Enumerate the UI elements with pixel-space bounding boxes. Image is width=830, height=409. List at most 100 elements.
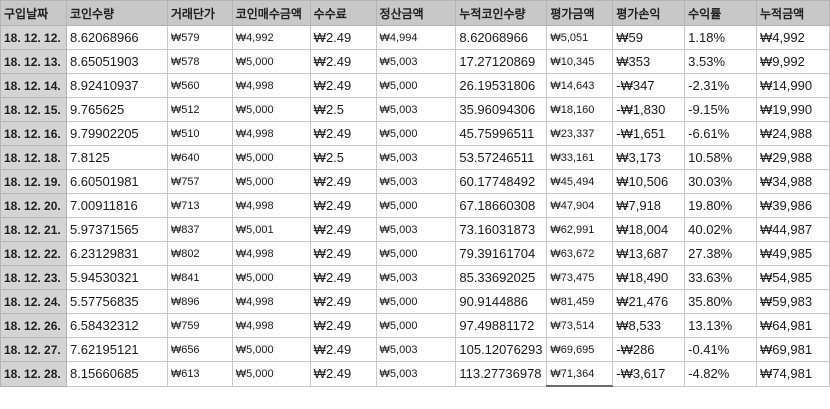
cell-buy-amount[interactable]: ₩5,001 <box>231 217 311 242</box>
cell-unit-price[interactable]: ₩579 <box>166 25 233 50</box>
cell-fee[interactable]: ₩2.5 <box>309 145 377 170</box>
cell-coin-qty[interactable]: 7.8125 <box>65 145 168 170</box>
cell-cum-amount[interactable]: ₩54,985 <box>756 265 830 290</box>
cell-unit-price[interactable]: ₩510 <box>166 121 233 146</box>
cell-coin-qty[interactable]: 6.58432312 <box>65 313 168 338</box>
cell-eval-pnl[interactable]: ₩8,533 <box>612 313 686 338</box>
column-header-fee[interactable]: 수수료 <box>309 0 377 26</box>
cell-purchase-date[interactable]: 18. 12. 27. <box>0 337 67 362</box>
cell-cum-amount[interactable]: ₩24,988 <box>756 121 830 146</box>
cell-settle-amount[interactable]: ₩5,003 <box>375 97 457 122</box>
cell-fee[interactable]: ₩2.49 <box>309 121 377 146</box>
cell-fee[interactable]: ₩2.49 <box>309 193 377 218</box>
cell-cum-amount[interactable]: ₩9,992 <box>756 49 830 74</box>
cell-purchase-date[interactable]: 18. 12. 21. <box>0 217 67 242</box>
cell-coin-qty[interactable]: 5.97371565 <box>65 217 168 242</box>
cell-settle-amount[interactable]: ₩5,000 <box>375 121 457 146</box>
column-header-coin-qty[interactable]: 코인수량 <box>65 0 168 26</box>
cell-return-rate[interactable]: -6.61% <box>684 121 758 146</box>
cell-coin-qty[interactable]: 9.765625 <box>65 97 168 122</box>
cell-eval-amount[interactable]: ₩18,160 <box>546 97 614 122</box>
cell-cum-amount[interactable]: ₩19,990 <box>756 97 830 122</box>
cell-purchase-date[interactable]: 18. 12. 12. <box>0 25 67 50</box>
cell-coin-qty[interactable]: 6.60501981 <box>65 169 168 194</box>
cell-unit-price[interactable]: ₩896 <box>166 289 233 314</box>
cell-settle-amount[interactable]: ₩5,000 <box>375 193 457 218</box>
cell-cum-amount[interactable]: ₩74,981 <box>756 361 830 387</box>
cell-cum-amount[interactable]: ₩64,981 <box>756 313 830 338</box>
cell-buy-amount[interactable]: ₩5,000 <box>231 361 311 387</box>
column-header-purchase-date[interactable]: 구입날짜 <box>0 0 67 26</box>
cell-settle-amount[interactable]: ₩5,003 <box>375 337 457 362</box>
cell-return-rate[interactable]: 10.58% <box>684 145 758 170</box>
cell-cum-coin-qty[interactable]: 105.12076293 <box>455 337 548 362</box>
cell-eval-pnl[interactable]: ₩3,173 <box>612 145 686 170</box>
cell-coin-qty[interactable]: 8.15660685 <box>65 361 168 387</box>
cell-fee[interactable]: ₩2.49 <box>309 73 377 98</box>
column-header-return-rate[interactable]: 수익률 <box>684 0 758 26</box>
cell-cum-coin-qty[interactable]: 45.75996511 <box>455 121 548 146</box>
cell-return-rate[interactable]: 30.03% <box>684 169 758 194</box>
cell-eval-pnl[interactable]: ₩59 <box>612 25 686 50</box>
cell-fee[interactable]: ₩2.49 <box>309 241 377 266</box>
cell-cum-amount[interactable]: ₩69,981 <box>756 337 830 362</box>
cell-eval-amount[interactable]: ₩10,345 <box>546 49 614 74</box>
cell-purchase-date[interactable]: 18. 12. 24. <box>0 289 67 314</box>
cell-eval-amount[interactable]: ₩69,695 <box>546 337 614 362</box>
cell-coin-qty[interactable]: 8.92410937 <box>65 73 168 98</box>
cell-eval-pnl[interactable]: -₩347 <box>612 73 686 98</box>
cell-eval-amount[interactable]: ₩47,904 <box>546 193 614 218</box>
cell-eval-amount[interactable]: ₩23,337 <box>546 121 614 146</box>
cell-unit-price[interactable]: ₩837 <box>166 217 233 242</box>
cell-coin-qty[interactable]: 8.65051903 <box>65 49 168 74</box>
cell-purchase-date[interactable]: 18. 12. 20. <box>0 193 67 218</box>
cell-return-rate[interactable]: -2.31% <box>684 73 758 98</box>
cell-settle-amount[interactable]: ₩5,003 <box>375 169 457 194</box>
cell-purchase-date[interactable]: 18. 12. 23. <box>0 265 67 290</box>
cell-eval-amount[interactable]: ₩14,643 <box>546 73 614 98</box>
cell-return-rate[interactable]: 35.80% <box>684 289 758 314</box>
cell-coin-qty[interactable]: 6.23129831 <box>65 241 168 266</box>
cell-buy-amount[interactable]: ₩4,998 <box>231 289 311 314</box>
cell-fee[interactable]: ₩2.49 <box>309 25 377 50</box>
cell-unit-price[interactable]: ₩613 <box>166 361 233 387</box>
cell-cum-coin-qty[interactable]: 53.57246511 <box>455 145 548 170</box>
column-header-eval-amount[interactable]: 평가금액 <box>546 0 614 26</box>
cell-eval-amount[interactable]: ₩73,514 <box>546 313 614 338</box>
cell-eval-amount[interactable]: ₩62,991 <box>546 217 614 242</box>
cell-buy-amount[interactable]: ₩4,998 <box>231 193 311 218</box>
cell-unit-price[interactable]: ₩759 <box>166 313 233 338</box>
cell-eval-pnl[interactable]: ₩21,476 <box>612 289 686 314</box>
cell-cum-amount[interactable]: ₩29,988 <box>756 145 830 170</box>
cell-buy-amount[interactable]: ₩5,000 <box>231 97 311 122</box>
cell-buy-amount[interactable]: ₩4,998 <box>231 313 311 338</box>
cell-unit-price[interactable]: ₩841 <box>166 265 233 290</box>
cell-cum-coin-qty[interactable]: 60.17748492 <box>455 169 548 194</box>
cell-eval-pnl[interactable]: ₩18,490 <box>612 265 686 290</box>
column-header-buy-amount[interactable]: 코인매수금액 <box>231 0 311 26</box>
cell-return-rate[interactable]: 1.18% <box>684 25 758 50</box>
cell-fee[interactable]: ₩2.49 <box>309 265 377 290</box>
cell-unit-price[interactable]: ₩802 <box>166 241 233 266</box>
cell-unit-price[interactable]: ₩757 <box>166 169 233 194</box>
cell-cum-coin-qty[interactable]: 85.33692025 <box>455 265 548 290</box>
cell-eval-pnl[interactable]: ₩18,004 <box>612 217 686 242</box>
column-header-settle-amount[interactable]: 정산금액 <box>375 0 457 26</box>
cell-fee[interactable]: ₩2.49 <box>309 313 377 338</box>
cell-settle-amount[interactable]: ₩5,000 <box>375 289 457 314</box>
cell-return-rate[interactable]: -4.82% <box>684 361 758 387</box>
cell-fee[interactable]: ₩2.5 <box>309 97 377 122</box>
cell-return-rate[interactable]: 40.02% <box>684 217 758 242</box>
cell-fee[interactable]: ₩2.49 <box>309 337 377 362</box>
cell-eval-amount[interactable]: ₩5,051 <box>546 25 614 50</box>
cell-buy-amount[interactable]: ₩5,000 <box>231 169 311 194</box>
cell-eval-pnl[interactable]: ₩10,506 <box>612 169 686 194</box>
cell-settle-amount[interactable]: ₩5,000 <box>375 73 457 98</box>
cell-fee[interactable]: ₩2.49 <box>309 361 377 387</box>
cell-unit-price[interactable]: ₩656 <box>166 337 233 362</box>
cell-eval-amount[interactable]: ₩81,459 <box>546 289 614 314</box>
cell-eval-pnl[interactable]: ₩7,918 <box>612 193 686 218</box>
cell-buy-amount[interactable]: ₩5,000 <box>231 145 311 170</box>
cell-cum-amount[interactable]: ₩34,988 <box>756 169 830 194</box>
cell-cum-amount[interactable]: ₩59,983 <box>756 289 830 314</box>
